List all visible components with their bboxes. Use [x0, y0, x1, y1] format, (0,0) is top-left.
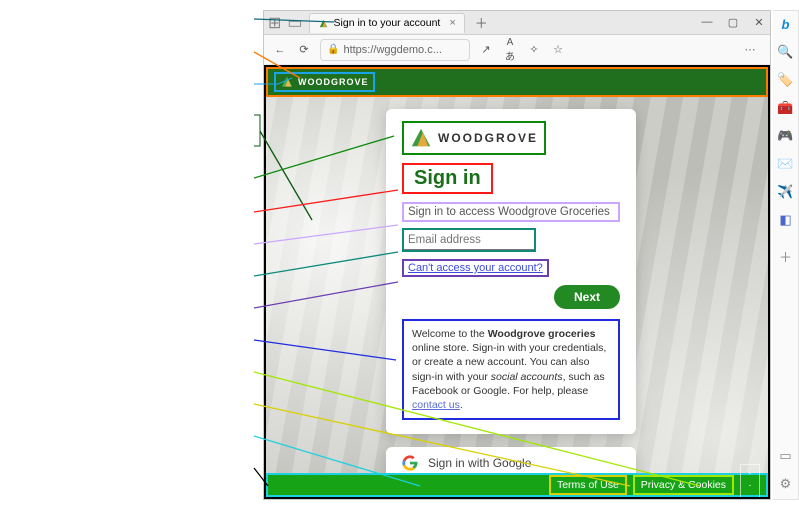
shopping-tag-icon[interactable]: 🏷️ [777, 71, 795, 89]
favicon-icon [318, 18, 329, 29]
signin-title: Sign in [402, 163, 493, 194]
signin-description: Sign in to access Woodgrove Groceries [402, 202, 620, 222]
read-aloud-icon[interactable]: Aあ [502, 37, 518, 63]
url-field[interactable]: 🔒 https://wggdemo.c... [320, 39, 470, 61]
window-minimize-icon[interactable]: — [700, 16, 714, 29]
footer-more-button[interactable]: · · · [740, 464, 760, 499]
signin-page-text: Welcome to the Woodgrove groceries onlin… [402, 319, 620, 420]
browser-titlebar: ⊞ ▭ Sign in to your account × ＋ — ▢ ✕ [264, 11, 770, 35]
page-header: WOODGROVE [266, 67, 768, 97]
contact-us-link[interactable]: contact us [412, 399, 460, 411]
sidebar-pane-icon[interactable]: ▭ [777, 447, 795, 465]
add-favorite-icon[interactable]: ✧ [526, 43, 542, 56]
footer-terms-link[interactable]: Terms of Use [549, 475, 627, 495]
page-viewport: WOODGROVE WOODGROVE Sign in Sign in to a… [264, 65, 770, 499]
close-tab-icon[interactable]: × [449, 17, 455, 29]
header-logo[interactable]: WOODGROVE [274, 72, 375, 92]
tab-title: Sign in to your account [334, 17, 441, 29]
share-icon[interactable]: ↗ [478, 43, 494, 56]
tab-actions-icon[interactable]: ⊞ [268, 13, 281, 33]
banner-logo-icon [410, 127, 432, 149]
window-close-icon[interactable]: ✕ [752, 16, 766, 29]
settings-icon[interactable]: ⚙ [777, 475, 795, 493]
send-icon[interactable]: ✈️ [777, 183, 795, 201]
footer-privacy-link[interactable]: Privacy & Cookies [633, 475, 734, 495]
window-maximize-icon[interactable]: ▢ [726, 16, 740, 29]
window-controls: — ▢ ✕ [700, 16, 766, 29]
banner-logo-text: WOODGROVE [438, 131, 538, 145]
browser-address-bar: ← ⟳ 🔒 https://wggdemo.c... ↗ Aあ ✧ ☆ ⋯ [264, 35, 770, 65]
email-field[interactable] [404, 231, 534, 250]
header-logo-text: WOODGROVE [298, 77, 369, 87]
google-icon [402, 455, 418, 471]
pt-2: Woodgrove groceries [488, 328, 596, 340]
add-sidebar-icon[interactable]: ＋ [777, 247, 795, 265]
browser-tab[interactable]: Sign in to your account × [309, 13, 465, 33]
pt-1: Welcome to the [412, 328, 488, 340]
banner-logo: WOODGROVE [402, 121, 546, 155]
search-icon[interactable]: 🔍 [777, 43, 795, 61]
outlook-icon[interactable]: ✉️ [777, 155, 795, 173]
browser-more-icon[interactable]: ⋯ [742, 43, 758, 56]
next-button[interactable]: Next [554, 285, 620, 309]
new-tab-button[interactable]: ＋ [471, 13, 492, 32]
page-footer: Terms of Use Privacy & Cookies · · · [266, 473, 768, 497]
pt-4: social accounts [491, 371, 563, 383]
games-icon[interactable]: 🎮 [777, 127, 795, 145]
nav-back-icon[interactable]: ← [272, 44, 288, 56]
forgot-password-link[interactable]: Can't access your account? [402, 259, 549, 277]
bing-icon[interactable]: b [777, 15, 795, 33]
header-logo-icon [280, 75, 294, 89]
annotation-column: 1. Favicon 2. Header 3. Header logo 4. B… [0, 0, 260, 513]
pt-7: . [460, 399, 463, 411]
google-signin-label: Sign in with Google [428, 456, 531, 470]
nav-refresh-icon[interactable]: ⟳ [296, 43, 312, 56]
tab-overview-icon[interactable]: ▭ [287, 13, 302, 33]
browser-sidebar: b 🔍 🏷️ 🧰 🎮 ✉️ ✈️ ◧ ＋ ▭ ⚙ [773, 10, 799, 500]
toolbox-icon[interactable]: 🧰 [777, 99, 795, 117]
url-text: https://wggdemo.c... [343, 44, 441, 56]
favorites-icon[interactable]: ☆ [550, 43, 566, 56]
browser-window: ⊞ ▭ Sign in to your account × ＋ — ▢ ✕ ← … [263, 10, 771, 500]
signin-card: WOODGROVE Sign in Sign in to access Wood… [386, 109, 636, 434]
office-icon[interactable]: ◧ [777, 211, 795, 229]
lock-icon: 🔒 [327, 44, 339, 55]
